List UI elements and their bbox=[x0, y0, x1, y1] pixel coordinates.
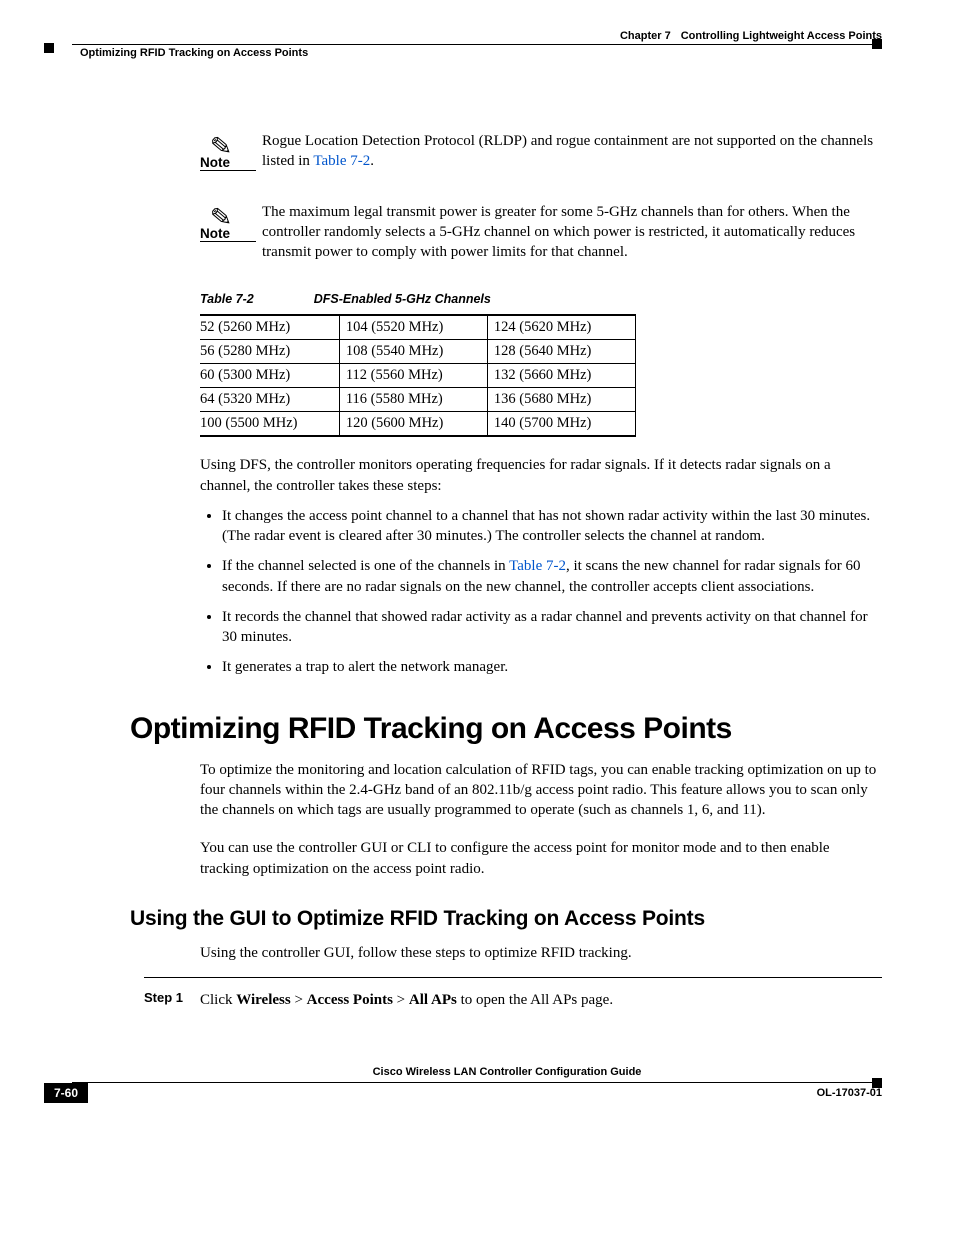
body-paragraph: To optimize the monitoring and location … bbox=[200, 760, 882, 821]
list-item: It generates a trap to alert the network… bbox=[222, 657, 882, 677]
step-text: Click Wireless > Access Points > All APs… bbox=[200, 990, 882, 1010]
page-number-badge: 7-60 bbox=[44, 1083, 88, 1103]
body-paragraph: Using DFS, the controller monitors opera… bbox=[200, 455, 882, 496]
note-text: Rogue Location Detection Protocol (RLDP)… bbox=[256, 131, 882, 172]
table-row: 56 (5280 MHz)108 (5540 MHz)128 (5640 MHz… bbox=[200, 340, 636, 364]
document-id: OL-17037-01 bbox=[817, 1087, 882, 1099]
note-text: The maximum legal transmit power is grea… bbox=[256, 202, 882, 263]
chapter-title: Controlling Lightweight Access Points bbox=[681, 30, 882, 42]
section-heading: Optimizing RFID Tracking on Access Point… bbox=[130, 712, 882, 746]
channels-table: 52 (5260 MHz)104 (5520 MHz)124 (5620 MHz… bbox=[200, 314, 636, 437]
pencil-icon: ✎ bbox=[209, 131, 257, 161]
table-row: 60 (5300 MHz)112 (5560 MHz)132 (5660 MHz… bbox=[200, 364, 636, 388]
list-item: It records the channel that showed radar… bbox=[222, 607, 882, 648]
bullet-list: It changes the access point channel to a… bbox=[200, 506, 882, 678]
chapter-number: Chapter 7 bbox=[620, 30, 671, 42]
note-block: ✎ Note The maximum legal transmit power … bbox=[200, 202, 882, 263]
section-running-head: Optimizing RFID Tracking on Access Point… bbox=[72, 47, 882, 61]
table-xref[interactable]: Table 7-2 bbox=[313, 153, 370, 169]
table-xref[interactable]: Table 7-2 bbox=[509, 558, 566, 574]
table-row: 100 (5500 MHz)120 (5600 MHz)140 (5700 MH… bbox=[200, 412, 636, 437]
body-paragraph: You can use the controller GUI or CLI to… bbox=[200, 838, 882, 879]
pencil-icon: ✎ bbox=[209, 202, 257, 232]
list-item: It changes the access point channel to a… bbox=[222, 506, 882, 547]
list-item: If the channel selected is one of the ch… bbox=[222, 556, 882, 597]
note-block: ✎ Note Rogue Location Detection Protocol… bbox=[200, 131, 882, 172]
footer-guide-title: Cisco Wireless LAN Controller Configurat… bbox=[72, 1066, 882, 1078]
step-label: Step 1 bbox=[144, 990, 200, 1010]
table-caption: Table 7-2DFS-Enabled 5-GHz Channels bbox=[200, 292, 882, 306]
subsection-heading: Using the GUI to Optimize RFID Tracking … bbox=[130, 907, 882, 931]
table-row: 52 (5260 MHz)104 (5520 MHz)124 (5620 MHz… bbox=[200, 315, 636, 340]
table-row: 64 (5320 MHz)116 (5580 MHz)136 (5680 MHz… bbox=[200, 388, 636, 412]
body-paragraph: Using the controller GUI, follow these s… bbox=[200, 943, 882, 963]
step-block: Step 1 Click Wireless > Access Points > … bbox=[144, 977, 882, 1010]
